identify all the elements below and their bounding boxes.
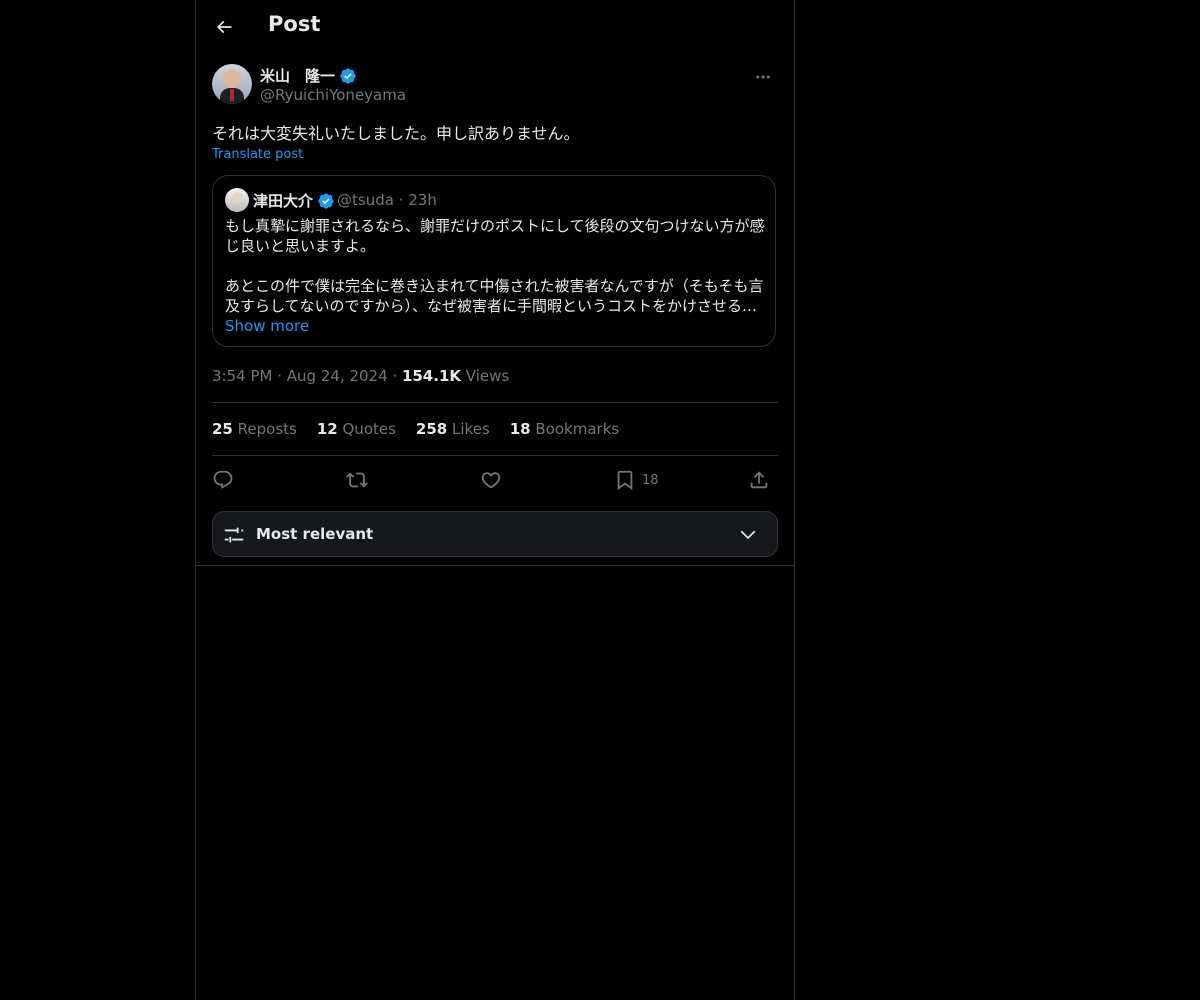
- back-button[interactable]: [210, 13, 238, 41]
- quotes-label: Quotes: [342, 420, 396, 438]
- reply-icon: [213, 470, 233, 489]
- quoted-author-handle: @tsuda: [337, 191, 394, 209]
- arrow-left-icon: [216, 20, 232, 34]
- reposts-count: 25: [212, 420, 233, 438]
- engagement-stats: 25 Reposts 12 Quotes 258 Likes 18 Bookma…: [212, 420, 619, 438]
- likes-label: Likes: [452, 420, 490, 438]
- author-handle[interactable]: @RyuichiYoneyama: [260, 86, 406, 104]
- author-name-row[interactable]: 米山 隆一: [260, 65, 357, 86]
- quoted-text: もし真摯に謝罪されるなら、謝罪だけのポストにして後段の文句つけない方が感じ良いと…: [225, 217, 765, 315]
- quoted-post[interactable]: 津田大介 @tsuda · 23h もし真摯に謝罪されるなら、謝罪だけのポストに…: [212, 175, 776, 347]
- show-more-link[interactable]: Show more: [225, 317, 309, 335]
- quotes-count: 12: [316, 420, 338, 438]
- bookmark-count: 18: [642, 472, 659, 488]
- verified-badge-icon: [340, 67, 356, 84]
- post-time[interactable]: 3:54 PM: [212, 367, 272, 385]
- post-detail-column: Post 米山 隆一 @RyuichiYoneyama それは大変失礼いたしまし…: [195, 0, 795, 1000]
- reply-sort-dropdown[interactable]: Most relevant: [212, 511, 778, 557]
- bookmark-button[interactable]: 18: [614, 468, 659, 492]
- quotes-stat[interactable]: 12 Quotes: [317, 420, 396, 438]
- post-timestamp-row: 3:54 PM · Aug 24, 2024 · 154.1K Views: [212, 367, 509, 385]
- quoted-author-name[interactable]: 津田大介: [253, 190, 313, 211]
- views-label: Views: [465, 367, 510, 385]
- sliders-icon: [224, 527, 244, 543]
- more-options-button[interactable]: [750, 66, 776, 88]
- reposts-stat[interactable]: 25 Reposts: [212, 420, 297, 438]
- verified-badge-icon: [318, 192, 334, 209]
- page-title: Post: [268, 12, 321, 36]
- repost-button[interactable]: [346, 468, 368, 492]
- timestamp-separator: ·: [272, 367, 287, 385]
- quoted-meta: @tsuda · 23h: [337, 191, 437, 209]
- share-button[interactable]: [748, 468, 770, 492]
- bookmarks-label: Bookmarks: [535, 420, 620, 438]
- divider: [212, 402, 778, 403]
- bookmarks-stat[interactable]: 18 Bookmarks: [510, 420, 619, 438]
- quoted-author-name-row[interactable]: 津田大介: [253, 190, 335, 211]
- more-horizontal-icon: [756, 75, 770, 79]
- author-name[interactable]: 米山 隆一: [260, 65, 335, 86]
- action-bar: 18: [212, 464, 778, 496]
- divider: [212, 455, 778, 456]
- quoted-age[interactable]: 23h: [408, 191, 437, 209]
- reply-button[interactable]: [212, 468, 234, 492]
- views-count: 154.1K: [401, 367, 462, 385]
- translate-post-link[interactable]: Translate post: [212, 147, 303, 162]
- share-icon: [750, 471, 768, 489]
- divider: [196, 565, 794, 566]
- post-text: それは大変失礼いたしました。申し訳ありません。: [212, 124, 580, 143]
- post-author: 米山 隆一 @RyuichiYoneyama: [212, 64, 778, 108]
- likes-stat[interactable]: 258 Likes: [416, 420, 490, 438]
- author-avatar[interactable]: [212, 64, 252, 104]
- bookmark-icon: [617, 470, 633, 491]
- sort-label: Most relevant: [256, 525, 374, 543]
- like-button[interactable]: [480, 468, 502, 492]
- reposts-label: Reposts: [237, 420, 297, 438]
- likes-count: 258: [415, 420, 448, 438]
- bookmarks-count: 18: [509, 420, 531, 438]
- heart-icon: [481, 472, 501, 489]
- quoted-author-avatar[interactable]: [225, 188, 249, 212]
- avatar-tie: [230, 89, 234, 101]
- post-date[interactable]: Aug 24, 2024: [287, 367, 388, 385]
- quoted-separator: ·: [393, 191, 409, 209]
- repost-icon: [346, 472, 368, 488]
- timestamp-separator: ·: [387, 367, 402, 385]
- top-bar: Post: [196, 0, 794, 54]
- chevron-down-icon: [740, 530, 756, 540]
